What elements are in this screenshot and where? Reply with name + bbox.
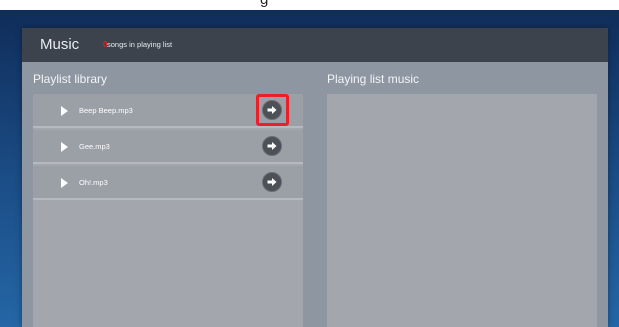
playing-list-title: Playing list music (327, 72, 420, 86)
playlist-library-title: Playlist library (33, 72, 108, 86)
highlight-box (256, 94, 289, 126)
song-name: Oh!.mp3 (79, 178, 108, 187)
add-to-playing-button[interactable] (262, 136, 282, 156)
page-title: Music (40, 36, 80, 53)
play-icon[interactable] (61, 178, 68, 188)
playing-count-label: songs in playing list (107, 40, 173, 49)
song-row[interactable]: Beep Beep.mp3 (33, 94, 303, 128)
song-row[interactable]: Gee.mp3 (33, 130, 303, 164)
top-caption-strip: g (0, 0, 619, 10)
arrow-right-icon (267, 142, 277, 150)
top-caption-text: g (260, 0, 268, 8)
arrow-right-icon (267, 178, 277, 186)
song-name: Beep Beep.mp3 (79, 106, 133, 115)
music-panel: Music 0 songs in playing list Playlist l… (22, 28, 608, 327)
playing-list-area (327, 94, 597, 327)
play-icon[interactable] (61, 142, 68, 152)
music-header: Music 0 songs in playing list (22, 28, 608, 62)
playlist-library-list: Beep Beep.mp3 Gee.mp3 Oh!.mp3 (33, 94, 303, 327)
add-to-playing-button[interactable] (262, 172, 282, 192)
song-row[interactable]: Oh!.mp3 (33, 166, 303, 200)
play-icon[interactable] (61, 106, 68, 116)
song-name: Gee.mp3 (79, 142, 110, 151)
